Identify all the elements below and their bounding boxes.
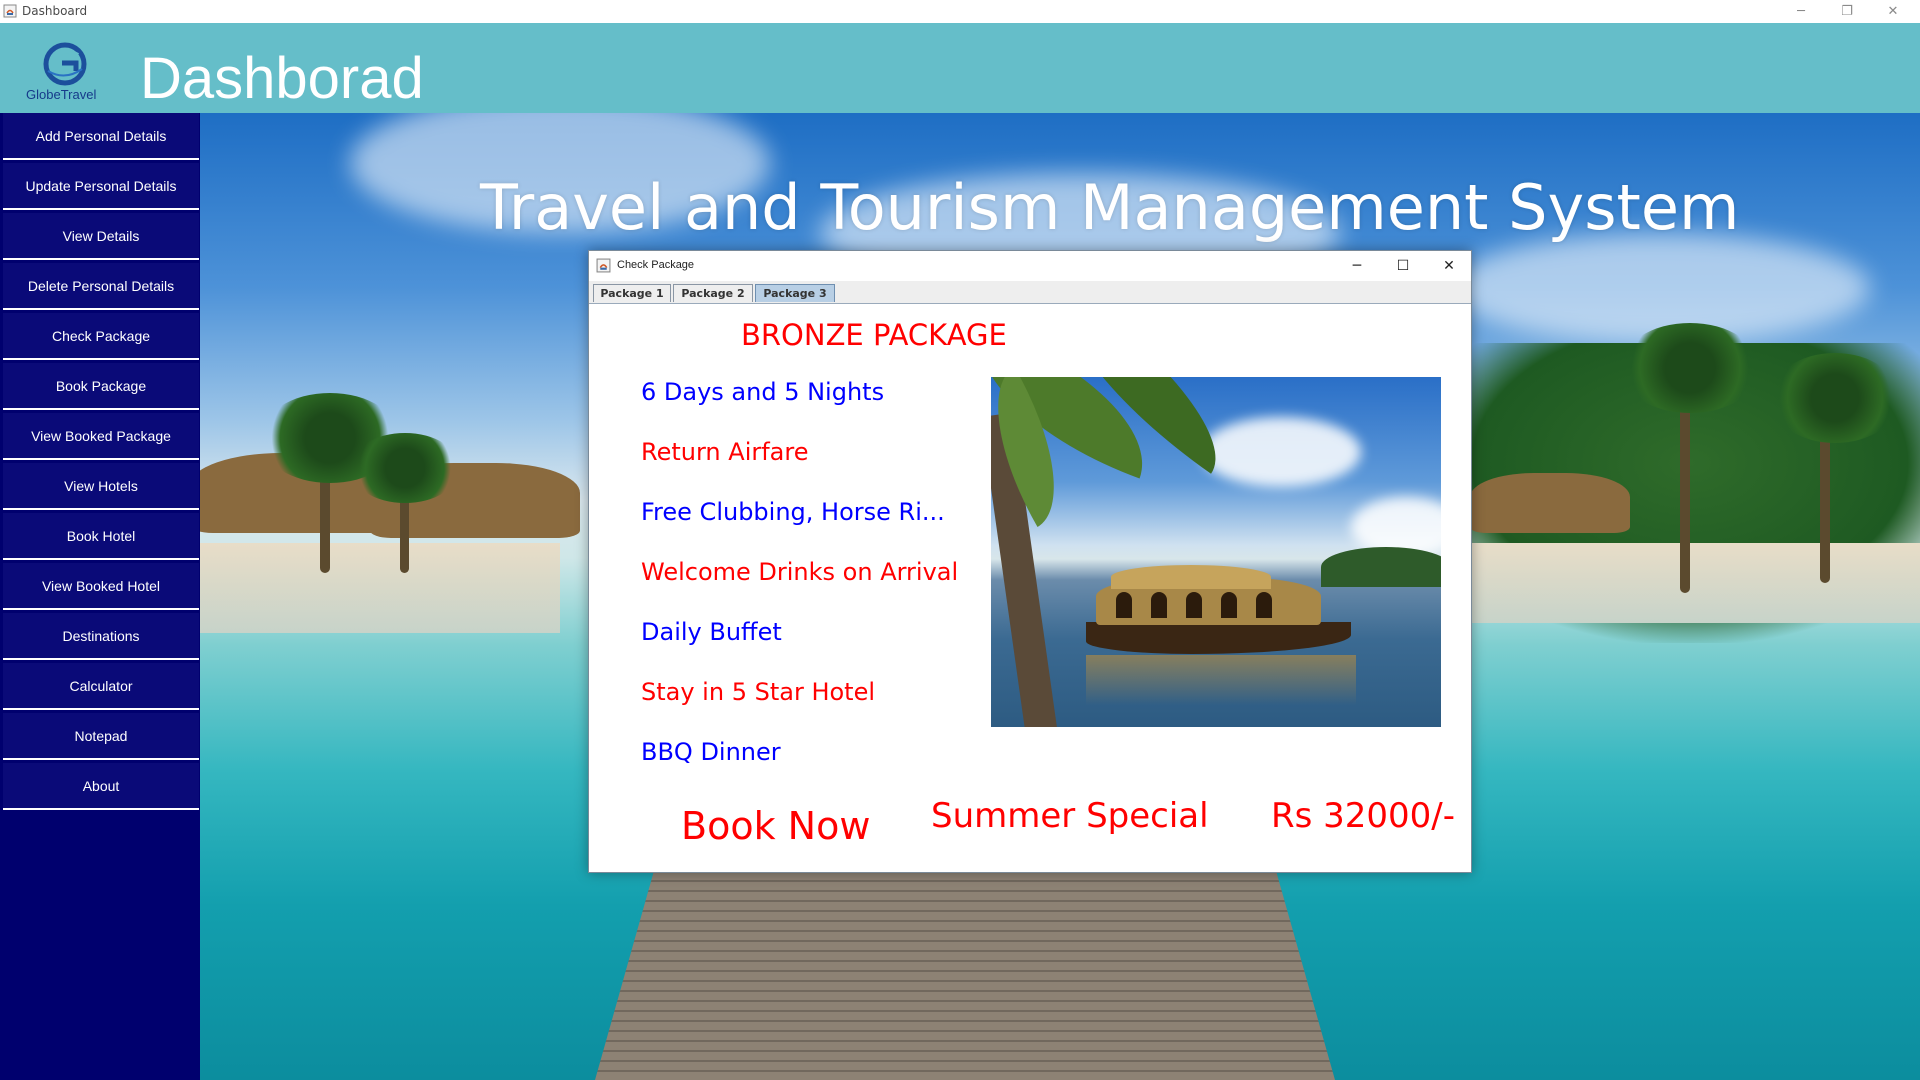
- beach-sand-right: [1470, 543, 1920, 623]
- tab-package-1[interactable]: Package 1: [593, 284, 671, 302]
- sidebar-item-book-hotel[interactable]: Book Hotel: [3, 513, 199, 560]
- boat-window: [1256, 592, 1272, 618]
- cloud: [1201, 417, 1361, 487]
- shoreline-trees: [1321, 547, 1441, 587]
- close-icon: ✕: [1443, 258, 1455, 274]
- sidebar-item-check-package[interactable]: Check Package: [3, 313, 199, 360]
- sidebar-item-update-personal-details[interactable]: Update Personal Details: [3, 163, 199, 210]
- window-titlebar: Dashboard ─ ❐ ✕: [0, 0, 1920, 24]
- feature-welcome-drinks: Welcome Drinks on Arrival: [641, 558, 959, 586]
- feature-airfare: Return Airfare: [641, 438, 809, 466]
- minimize-icon: ─: [1352, 258, 1362, 274]
- houseboat-image: [991, 377, 1441, 727]
- water-reflection: [1086, 655, 1356, 705]
- boat-hull: [1086, 622, 1351, 654]
- globe-logo-icon: [43, 42, 87, 86]
- sidebar-item-about[interactable]: About: [3, 763, 199, 810]
- sidebar-item-add-personal-details[interactable]: Add Personal Details: [3, 113, 199, 160]
- sidebar-item-book-package[interactable]: Book Package: [3, 363, 199, 410]
- boat-window: [1116, 592, 1132, 618]
- minimize-button[interactable]: ─: [1778, 0, 1824, 22]
- logo-brand-text: GlobeTravel: [26, 87, 97, 102]
- sidebar-item-view-booked-package[interactable]: View Booked Package: [3, 413, 199, 460]
- palm-leaves: [350, 433, 460, 503]
- sidebar-item-view-hotels[interactable]: View Hotels: [3, 463, 199, 510]
- dialog-close-button[interactable]: ✕: [1426, 251, 1472, 281]
- feature-duration: 6 Days and 5 Nights: [641, 378, 885, 406]
- sidebar-item-notepad[interactable]: Notepad: [3, 713, 199, 760]
- offer-label: Summer Special: [931, 796, 1209, 836]
- minimize-icon: ─: [1797, 3, 1805, 19]
- package-panel: BRONZE PACKAGE 6 Days and 5 Nights Retur…: [591, 304, 1467, 869]
- header-bar: GlobeTravel Dashborad: [0, 23, 1920, 113]
- sidebar-item-calculator[interactable]: Calculator: [3, 663, 199, 710]
- dialog-title: Check Package: [617, 259, 695, 271]
- sidebar-item-destinations[interactable]: Destinations: [3, 613, 199, 660]
- dialog-maximize-button[interactable]: ☐: [1380, 251, 1426, 281]
- java-app-icon: [3, 4, 17, 18]
- boat-window: [1186, 592, 1202, 618]
- beach-sand-left: [200, 543, 560, 633]
- book-now-button[interactable]: Book Now: [681, 804, 870, 848]
- palm-leaves: [1770, 353, 1900, 443]
- tab-package-2[interactable]: Package 2: [673, 284, 753, 302]
- page-title: Dashborad: [140, 46, 424, 111]
- sidebar-item-view-booked-hotel[interactable]: View Booked Hotel: [3, 563, 199, 610]
- feature-daily-buffet: Daily Buffet: [641, 618, 782, 646]
- boat-window: [1151, 592, 1167, 618]
- feature-hotel: Stay in 5 Star Hotel: [641, 678, 876, 706]
- check-package-dialog: Check Package ─ ☐ ✕ Package 1 Package 2 …: [588, 250, 1472, 873]
- price-label: Rs 32000/-: [1271, 796, 1456, 836]
- palm-leaves: [1620, 323, 1760, 413]
- boat-roof: [1111, 565, 1271, 589]
- globetravel-logo: GlobeTravel: [20, 41, 110, 111]
- sidebar-item-view-details[interactable]: View Details: [3, 213, 199, 260]
- dashboard-window: Dashboard ─ ❐ ✕ GlobeTravel Dashborad Ad…: [0, 0, 1920, 1080]
- feature-activities: Free Clubbing, Horse Ri...: [641, 498, 945, 526]
- restore-button[interactable]: ❐: [1824, 0, 1870, 22]
- maximize-icon: ☐: [1396, 258, 1410, 274]
- dialog-minimize-button[interactable]: ─: [1334, 251, 1380, 281]
- java-app-icon: [596, 258, 611, 273]
- close-icon: ✕: [1887, 3, 1899, 19]
- package-title: BRONZE PACKAGE: [741, 318, 1007, 352]
- system-title: Travel and Tourism Management System: [480, 171, 1740, 244]
- close-button[interactable]: ✕: [1870, 0, 1916, 22]
- palm-trunk: [1680, 393, 1690, 593]
- sidebar-menu: Add Personal Details Update Personal Det…: [0, 113, 200, 1080]
- dialog-titlebar: Check Package ─ ☐ ✕: [589, 251, 1471, 281]
- boat-window: [1221, 592, 1237, 618]
- restore-icon: ❐: [1841, 3, 1853, 19]
- hut-roof: [1470, 473, 1630, 533]
- package-tabs: Package 1 Package 2 Package 3: [589, 281, 1471, 304]
- sidebar-item-delete-personal-details[interactable]: Delete Personal Details: [3, 263, 199, 310]
- tab-package-3[interactable]: Package 3: [755, 284, 835, 302]
- wooden-pier: [595, 870, 1335, 1080]
- window-title: Dashboard: [22, 4, 88, 18]
- feature-bbq-dinner: BBQ Dinner: [641, 738, 781, 766]
